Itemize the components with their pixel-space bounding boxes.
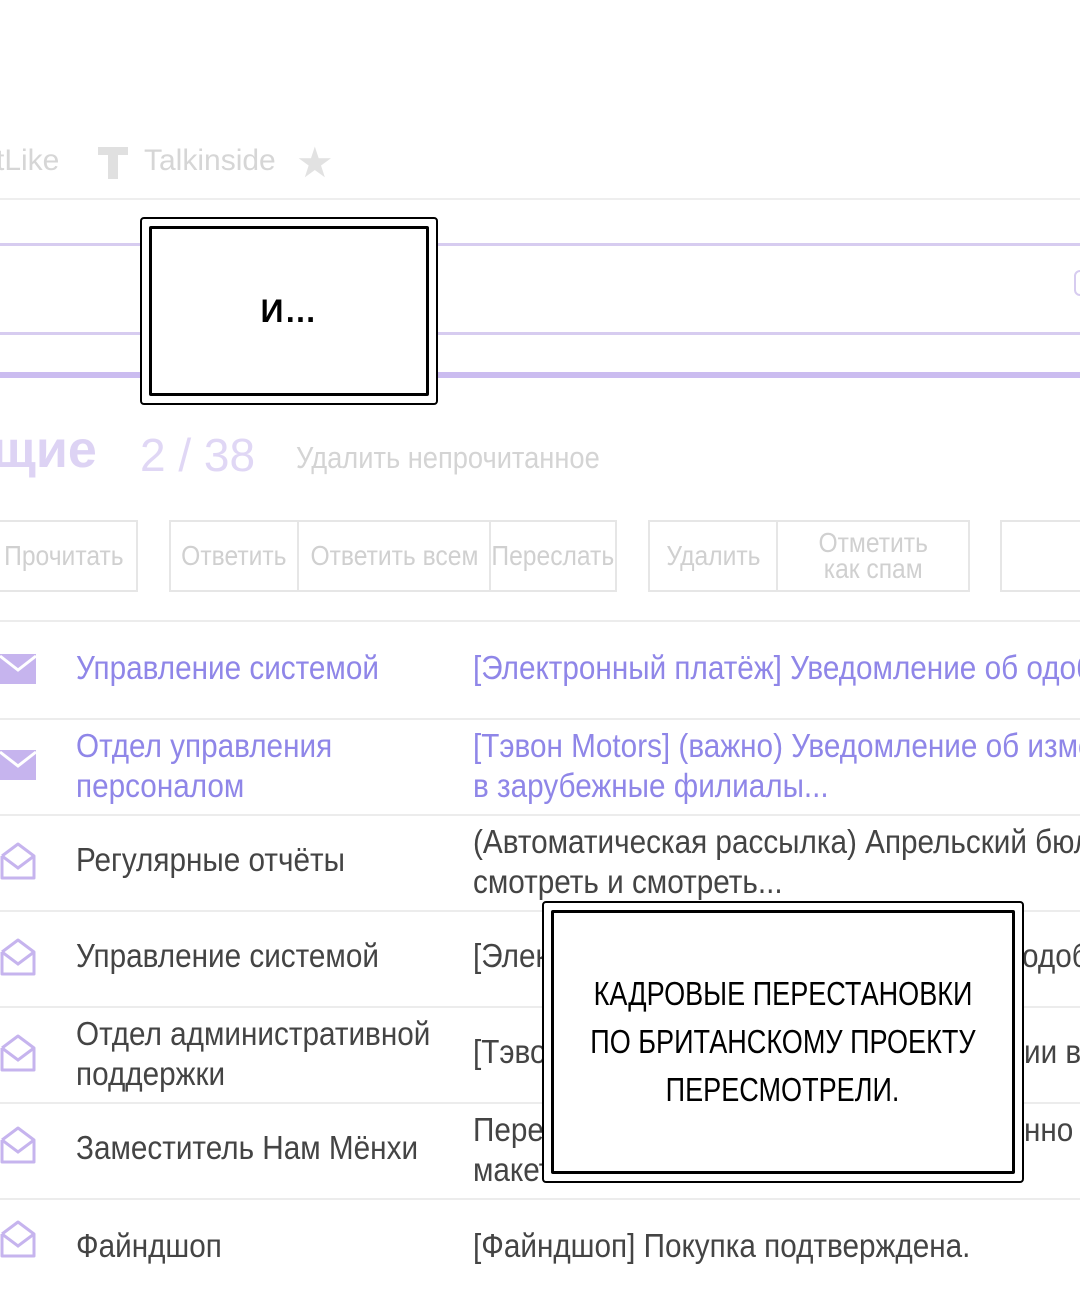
folder-title: щие (0, 421, 97, 479)
mail-sender: Регулярные отчёты (76, 841, 345, 878)
talkinside-logo-icon (98, 147, 128, 179)
more-button[interactable] (1002, 522, 1080, 590)
mail-row[interactable]: Управление системой [Электронный платёж]… (0, 622, 1080, 720)
envelope-open-icon (0, 842, 36, 880)
toolbar-group-reply: Ответить Ответить всем Переслать (169, 520, 617, 592)
bookmark-talkinside[interactable]: Talkinside (144, 144, 276, 178)
search-icon[interactable] (1074, 270, 1080, 296)
envelope-closed-icon (0, 654, 37, 684)
mark-read-button[interactable]: Прочитать (0, 522, 136, 590)
mail-subject-tail: одоб (1022, 937, 1080, 974)
mail-sender: Заместитель Нам Мёнхи (76, 1129, 419, 1166)
mail-row[interactable]: Файндшоп [Файндшоп] Покупка подтверждена… (0, 1198, 1080, 1294)
envelope-open-icon (0, 1220, 36, 1258)
delete-button[interactable]: Удалить (650, 522, 778, 590)
speech-panel-top: И… (140, 217, 438, 405)
mail-sender: Управление системой (76, 649, 379, 686)
mail-sender: Отдел административной поддержки (76, 1015, 431, 1092)
mail-row[interactable]: Отдел управления персоналом [Тэвон Motors… (0, 718, 1080, 816)
mail-subject[interactable]: [Тэвон Motors] (важно) Уведомление об из… (473, 726, 1080, 806)
toolbar-group-read: Прочитать (0, 520, 138, 592)
mail-subject-tail: ии в (1024, 1033, 1080, 1070)
reply-all-button[interactable]: Ответить всем (299, 522, 491, 590)
envelope-closed-icon (0, 750, 37, 780)
reply-button[interactable]: Ответить (171, 522, 299, 590)
divider (0, 198, 1080, 200)
toolbar-group-more (1000, 520, 1080, 592)
envelope-open-icon (0, 938, 36, 976)
mail-subject[interactable]: (Автоматическая рассылка) Апрельский бюл… (473, 822, 1080, 902)
mail-row[interactable]: Регулярные отчёты (Автоматическая рассыл… (0, 814, 1080, 912)
speech-line: ПЕРЕСМОТРЕЛИ. (666, 1071, 900, 1108)
envelope-open-icon (0, 1126, 36, 1164)
speech-line: КАДРОВЫЕ ПЕРЕСТАНОВКИ (593, 975, 973, 1012)
mail-sender: Файндшоп (76, 1227, 222, 1264)
speech-panel-bottom: КАДРОВЫЕ ПЕРЕСТАНОВКИ ПО БРИТАНСКОМУ ПРО… (542, 901, 1024, 1183)
unread-count: 2 / 38 (140, 429, 256, 481)
forward-button[interactable]: Переслать (491, 522, 615, 590)
envelope-open-icon (0, 1034, 36, 1072)
speech-text: И… (260, 292, 318, 329)
mail-sender: Управление системой (76, 937, 379, 974)
mail-subject-tail: нно (1024, 1111, 1074, 1148)
mail-subject[interactable]: [Файндшоп] Покупка подтверждена. (473, 1226, 1026, 1266)
toolbar-group-delete: Удалить Отметить как спам (648, 520, 970, 592)
mark-spam-button[interactable]: Отметить как спам (778, 522, 968, 590)
speech-line: ПО БРИТАНСКОМУ ПРОЕКТУ (590, 1023, 976, 1060)
star-icon[interactable]: ★ (296, 142, 334, 184)
mail-sender: Отдел управления персоналом (76, 727, 333, 804)
bookmark-tlike[interactable]: tLike (0, 144, 59, 178)
mail-subject[interactable]: [Электронный платёж] Уведомление об одоб (473, 648, 1080, 688)
delete-unread-link[interactable]: Удалить непрочитанное (296, 440, 600, 476)
